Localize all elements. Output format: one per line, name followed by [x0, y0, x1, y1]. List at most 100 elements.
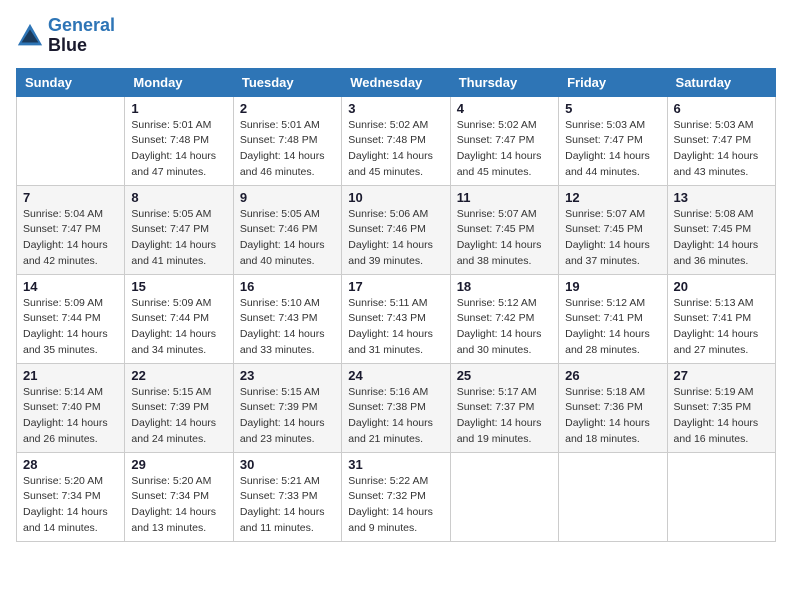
header-day-thursday: Thursday: [450, 68, 558, 96]
calendar-cell: 22 Sunrise: 5:15 AMSunset: 7:39 PMDayligh…: [125, 363, 233, 452]
day-number: 23: [240, 368, 335, 383]
page-header: GeneralBlue: [16, 16, 776, 56]
calendar-cell: 19 Sunrise: 5:12 AMSunset: 7:41 PMDayligh…: [559, 274, 667, 363]
calendar-cell: 9 Sunrise: 5:05 AMSunset: 7:46 PMDaylight…: [233, 185, 341, 274]
header-day-wednesday: Wednesday: [342, 68, 450, 96]
calendar-week-row: 7 Sunrise: 5:04 AMSunset: 7:47 PMDaylight…: [17, 185, 776, 274]
day-number: 28: [23, 457, 118, 472]
day-info: Sunrise: 5:06 AMSunset: 7:46 PMDaylight:…: [348, 207, 443, 270]
day-number: 10: [348, 190, 443, 205]
day-number: 6: [674, 101, 769, 116]
day-info: Sunrise: 5:04 AMSunset: 7:47 PMDaylight:…: [23, 207, 118, 270]
calendar-cell: 26 Sunrise: 5:18 AMSunset: 7:36 PMDayligh…: [559, 363, 667, 452]
logo-text: GeneralBlue: [48, 16, 115, 56]
calendar-cell: [559, 452, 667, 541]
logo-icon: [16, 22, 44, 50]
day-info: Sunrise: 5:12 AMSunset: 7:42 PMDaylight:…: [457, 296, 552, 359]
day-info: Sunrise: 5:07 AMSunset: 7:45 PMDaylight:…: [457, 207, 552, 270]
day-number: 22: [131, 368, 226, 383]
calendar-table: SundayMondayTuesdayWednesdayThursdayFrid…: [16, 68, 776, 542]
calendar-cell: 13 Sunrise: 5:08 AMSunset: 7:45 PMDayligh…: [667, 185, 775, 274]
day-number: 4: [457, 101, 552, 116]
day-number: 16: [240, 279, 335, 294]
calendar-cell: 8 Sunrise: 5:05 AMSunset: 7:47 PMDaylight…: [125, 185, 233, 274]
day-number: 19: [565, 279, 660, 294]
day-info: Sunrise: 5:16 AMSunset: 7:38 PMDaylight:…: [348, 385, 443, 448]
day-number: 17: [348, 279, 443, 294]
header-day-sunday: Sunday: [17, 68, 125, 96]
calendar-cell: 18 Sunrise: 5:12 AMSunset: 7:42 PMDayligh…: [450, 274, 558, 363]
day-number: 9: [240, 190, 335, 205]
day-info: Sunrise: 5:01 AMSunset: 7:48 PMDaylight:…: [240, 118, 335, 181]
day-info: Sunrise: 5:12 AMSunset: 7:41 PMDaylight:…: [565, 296, 660, 359]
day-number: 1: [131, 101, 226, 116]
calendar-week-row: 28 Sunrise: 5:20 AMSunset: 7:34 PMDayligh…: [17, 452, 776, 541]
day-info: Sunrise: 5:14 AMSunset: 7:40 PMDaylight:…: [23, 385, 118, 448]
day-number: 21: [23, 368, 118, 383]
calendar-cell: 28 Sunrise: 5:20 AMSunset: 7:34 PMDayligh…: [17, 452, 125, 541]
calendar-cell: [667, 452, 775, 541]
day-info: Sunrise: 5:01 AMSunset: 7:48 PMDaylight:…: [131, 118, 226, 181]
day-number: 25: [457, 368, 552, 383]
day-info: Sunrise: 5:18 AMSunset: 7:36 PMDaylight:…: [565, 385, 660, 448]
logo: GeneralBlue: [16, 16, 115, 56]
header-day-friday: Friday: [559, 68, 667, 96]
day-info: Sunrise: 5:11 AMSunset: 7:43 PMDaylight:…: [348, 296, 443, 359]
day-info: Sunrise: 5:07 AMSunset: 7:45 PMDaylight:…: [565, 207, 660, 270]
day-number: 5: [565, 101, 660, 116]
day-number: 8: [131, 190, 226, 205]
calendar-cell: 3Sunrise: 5:02 AMSunset: 7:48 PMDaylight…: [342, 96, 450, 185]
day-number: 24: [348, 368, 443, 383]
day-number: 7: [23, 190, 118, 205]
day-info: Sunrise: 5:20 AMSunset: 7:34 PMDaylight:…: [23, 474, 118, 537]
calendar-cell: 2Sunrise: 5:01 AMSunset: 7:48 PMDaylight…: [233, 96, 341, 185]
header-day-monday: Monday: [125, 68, 233, 96]
calendar-cell: 23Sunrise: 5:15 AMSunset: 7:39 PMDayligh…: [233, 363, 341, 452]
day-info: Sunrise: 5:20 AMSunset: 7:34 PMDaylight:…: [131, 474, 226, 537]
day-number: 20: [674, 279, 769, 294]
calendar-cell: 10 Sunrise: 5:06 AMSunset: 7:46 PMDayligh…: [342, 185, 450, 274]
day-info: Sunrise: 5:10 AMSunset: 7:43 PMDaylight:…: [240, 296, 335, 359]
day-info: Sunrise: 5:17 AMSunset: 7:37 PMDaylight:…: [457, 385, 552, 448]
calendar-cell: 29Sunrise: 5:20 AMSunset: 7:34 PMDayligh…: [125, 452, 233, 541]
calendar-cell: 15Sunrise: 5:09 AMSunset: 7:44 PMDayligh…: [125, 274, 233, 363]
calendar-cell: 31 Sunrise: 5:22 AMSunset: 7:32 PMDayligh…: [342, 452, 450, 541]
day-number: 18: [457, 279, 552, 294]
calendar-cell: 16 Sunrise: 5:10 AMSunset: 7:43 PMDayligh…: [233, 274, 341, 363]
day-number: 13: [674, 190, 769, 205]
calendar-header-row: SundayMondayTuesdayWednesdayThursdayFrid…: [17, 68, 776, 96]
calendar-cell: 6 Sunrise: 5:03 AMSunset: 7:47 PMDaylight…: [667, 96, 775, 185]
calendar-cell: 21 Sunrise: 5:14 AMSunset: 7:40 PMDayligh…: [17, 363, 125, 452]
day-info: Sunrise: 5:05 AMSunset: 7:47 PMDaylight:…: [131, 207, 226, 270]
calendar-cell: [450, 452, 558, 541]
day-number: 14: [23, 279, 118, 294]
calendar-week-row: 21 Sunrise: 5:14 AMSunset: 7:40 PMDayligh…: [17, 363, 776, 452]
calendar-cell: 24 Sunrise: 5:16 AMSunset: 7:38 PMDayligh…: [342, 363, 450, 452]
day-number: 11: [457, 190, 552, 205]
header-day-saturday: Saturday: [667, 68, 775, 96]
calendar-week-row: 14Sunrise: 5:09 AMSunset: 7:44 PMDayligh…: [17, 274, 776, 363]
calendar-cell: 27Sunrise: 5:19 AMSunset: 7:35 PMDayligh…: [667, 363, 775, 452]
calendar-cell: 25 Sunrise: 5:17 AMSunset: 7:37 PMDayligh…: [450, 363, 558, 452]
day-number: 30: [240, 457, 335, 472]
calendar-cell: 20 Sunrise: 5:13 AMSunset: 7:41 PMDayligh…: [667, 274, 775, 363]
day-number: 26: [565, 368, 660, 383]
day-number: 12: [565, 190, 660, 205]
day-info: Sunrise: 5:13 AMSunset: 7:41 PMDaylight:…: [674, 296, 769, 359]
day-number: 15: [131, 279, 226, 294]
calendar-cell: 12 Sunrise: 5:07 AMSunset: 7:45 PMDayligh…: [559, 185, 667, 274]
day-info: Sunrise: 5:03 AMSunset: 7:47 PMDaylight:…: [565, 118, 660, 181]
day-info: Sunrise: 5:15 AMSunset: 7:39 PMDaylight:…: [131, 385, 226, 448]
calendar-cell: 11 Sunrise: 5:07 AMSunset: 7:45 PMDayligh…: [450, 185, 558, 274]
day-info: Sunrise: 5:03 AMSunset: 7:47 PMDaylight:…: [674, 118, 769, 181]
day-info: Sunrise: 5:19 AMSunset: 7:35 PMDaylight:…: [674, 385, 769, 448]
calendar-cell: 17 Sunrise: 5:11 AMSunset: 7:43 PMDayligh…: [342, 274, 450, 363]
day-info: Sunrise: 5:21 AMSunset: 7:33 PMDaylight:…: [240, 474, 335, 537]
day-info: Sunrise: 5:05 AMSunset: 7:46 PMDaylight:…: [240, 207, 335, 270]
header-day-tuesday: Tuesday: [233, 68, 341, 96]
day-number: 31: [348, 457, 443, 472]
calendar-cell: 14Sunrise: 5:09 AMSunset: 7:44 PMDayligh…: [17, 274, 125, 363]
day-info: Sunrise: 5:22 AMSunset: 7:32 PMDaylight:…: [348, 474, 443, 537]
calendar-cell: 7 Sunrise: 5:04 AMSunset: 7:47 PMDaylight…: [17, 185, 125, 274]
day-info: Sunrise: 5:08 AMSunset: 7:45 PMDaylight:…: [674, 207, 769, 270]
